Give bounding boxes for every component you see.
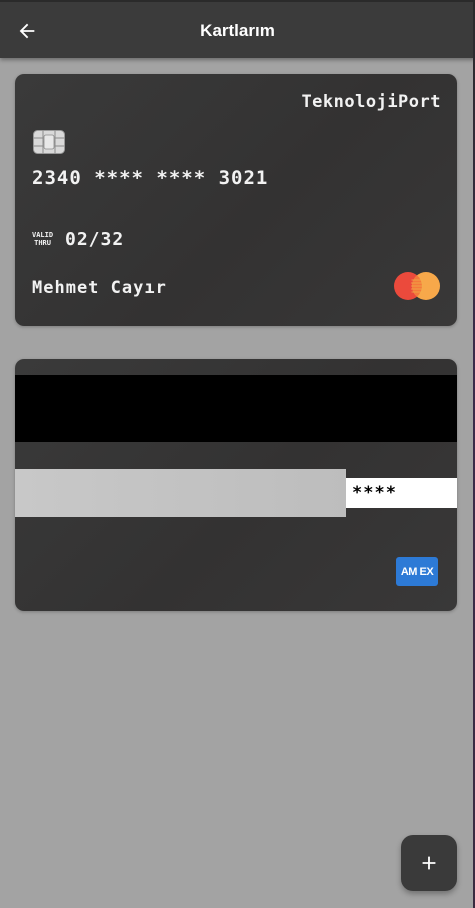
add-card-button[interactable] (401, 835, 457, 891)
plus-icon (422, 856, 436, 870)
cvv-field: **** (346, 478, 457, 508)
valid-label-line1: VALID (32, 231, 54, 239)
app-bar: Kartlarım (0, 0, 475, 58)
page-title: Kartlarım (200, 21, 275, 40)
valid-thru-label: VALID THRU (32, 231, 53, 247)
credit-card-front[interactable]: TeknolojiPort 2340 **** **** 3021 VALID … (15, 74, 457, 326)
valid-label-line2: THRU (34, 239, 51, 247)
card-holder-name: Mehmet Cayır (32, 278, 167, 298)
credit-card-back[interactable]: **** AM EX (15, 359, 457, 611)
card-expiry: 02/32 (65, 229, 125, 250)
amex-logo: AM EX (396, 557, 438, 586)
magnetic-stripe (15, 375, 457, 442)
card-number: 2340 **** **** 3021 (32, 167, 269, 189)
mastercard-logo (394, 272, 440, 300)
card-brand: TeknolojiPort (301, 92, 441, 112)
card-chip-icon (33, 130, 65, 154)
signature-panel (15, 469, 346, 517)
